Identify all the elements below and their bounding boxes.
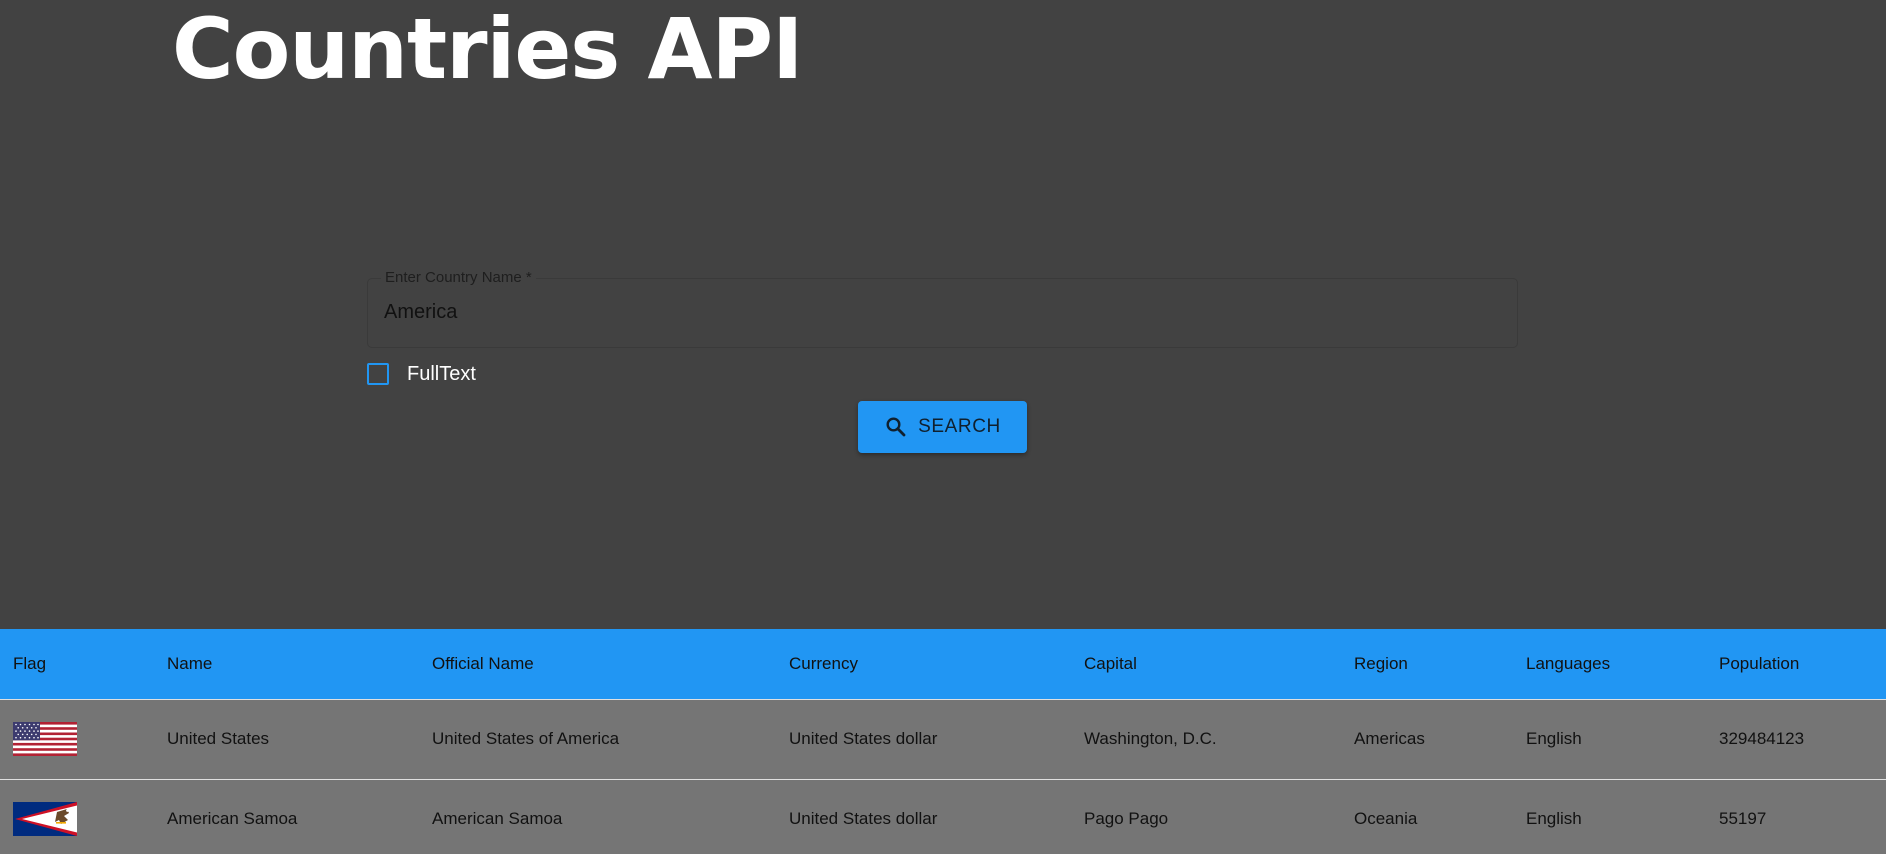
population-cell: 329484123 (1706, 699, 1886, 780)
column-header-population[interactable]: Population (1706, 629, 1886, 700)
languages-cell: English (1513, 779, 1706, 854)
table-header-row: Flag Name Official Name Currency Capital… (0, 629, 1886, 700)
capital-cell: Washington, D.C. (1071, 699, 1341, 780)
page-title: Countries API (172, 0, 803, 98)
fulltext-label[interactable]: FullText (407, 363, 476, 386)
region-cell: Oceania (1341, 779, 1513, 854)
table-row[interactable]: United States United States of America U… (0, 699, 1886, 780)
american-samoa-flag (13, 802, 77, 836)
search-button[interactable]: SEARCH (858, 401, 1027, 453)
column-header-currency[interactable]: Currency (776, 629, 1071, 700)
united-states-flag (13, 722, 77, 756)
column-header-region[interactable]: Region (1341, 629, 1513, 700)
country-name-field[interactable]: Enter Country Name * (367, 270, 1518, 348)
country-name-label: Enter Country Name * (381, 270, 536, 286)
name-cell: United States (154, 699, 419, 780)
results-table: Flag Name Official Name Currency Capital… (0, 629, 1886, 854)
search-icon (884, 415, 908, 439)
flag-cell (0, 779, 154, 854)
region-cell: Americas (1341, 699, 1513, 780)
column-header-languages[interactable]: Languages (1513, 629, 1706, 700)
name-cell: American Samoa (154, 779, 419, 854)
population-cell: 55197 (1706, 779, 1886, 854)
fulltext-option[interactable]: FullText (367, 361, 476, 387)
column-header-flag[interactable]: Flag (0, 629, 154, 700)
official-name-cell: United States of America (419, 699, 776, 780)
capital-cell: Pago Pago (1071, 779, 1341, 854)
currency-cell: United States dollar (776, 779, 1071, 854)
flag-cell (0, 699, 154, 780)
table-row[interactable]: American Samoa American Samoa United Sta… (0, 779, 1886, 854)
search-button-label: SEARCH (918, 416, 1001, 437)
column-header-official-name[interactable]: Official Name (419, 629, 776, 700)
official-name-cell: American Samoa (419, 779, 776, 854)
page: Countries API Enter Country Name * FullT… (0, 0, 1886, 854)
column-header-capital[interactable]: Capital (1071, 629, 1341, 700)
languages-cell: English (1513, 699, 1706, 780)
currency-cell: United States dollar (776, 699, 1071, 780)
country-name-input[interactable] (384, 297, 1494, 327)
fulltext-checkbox[interactable] (367, 363, 389, 385)
column-header-name[interactable]: Name (154, 629, 419, 700)
